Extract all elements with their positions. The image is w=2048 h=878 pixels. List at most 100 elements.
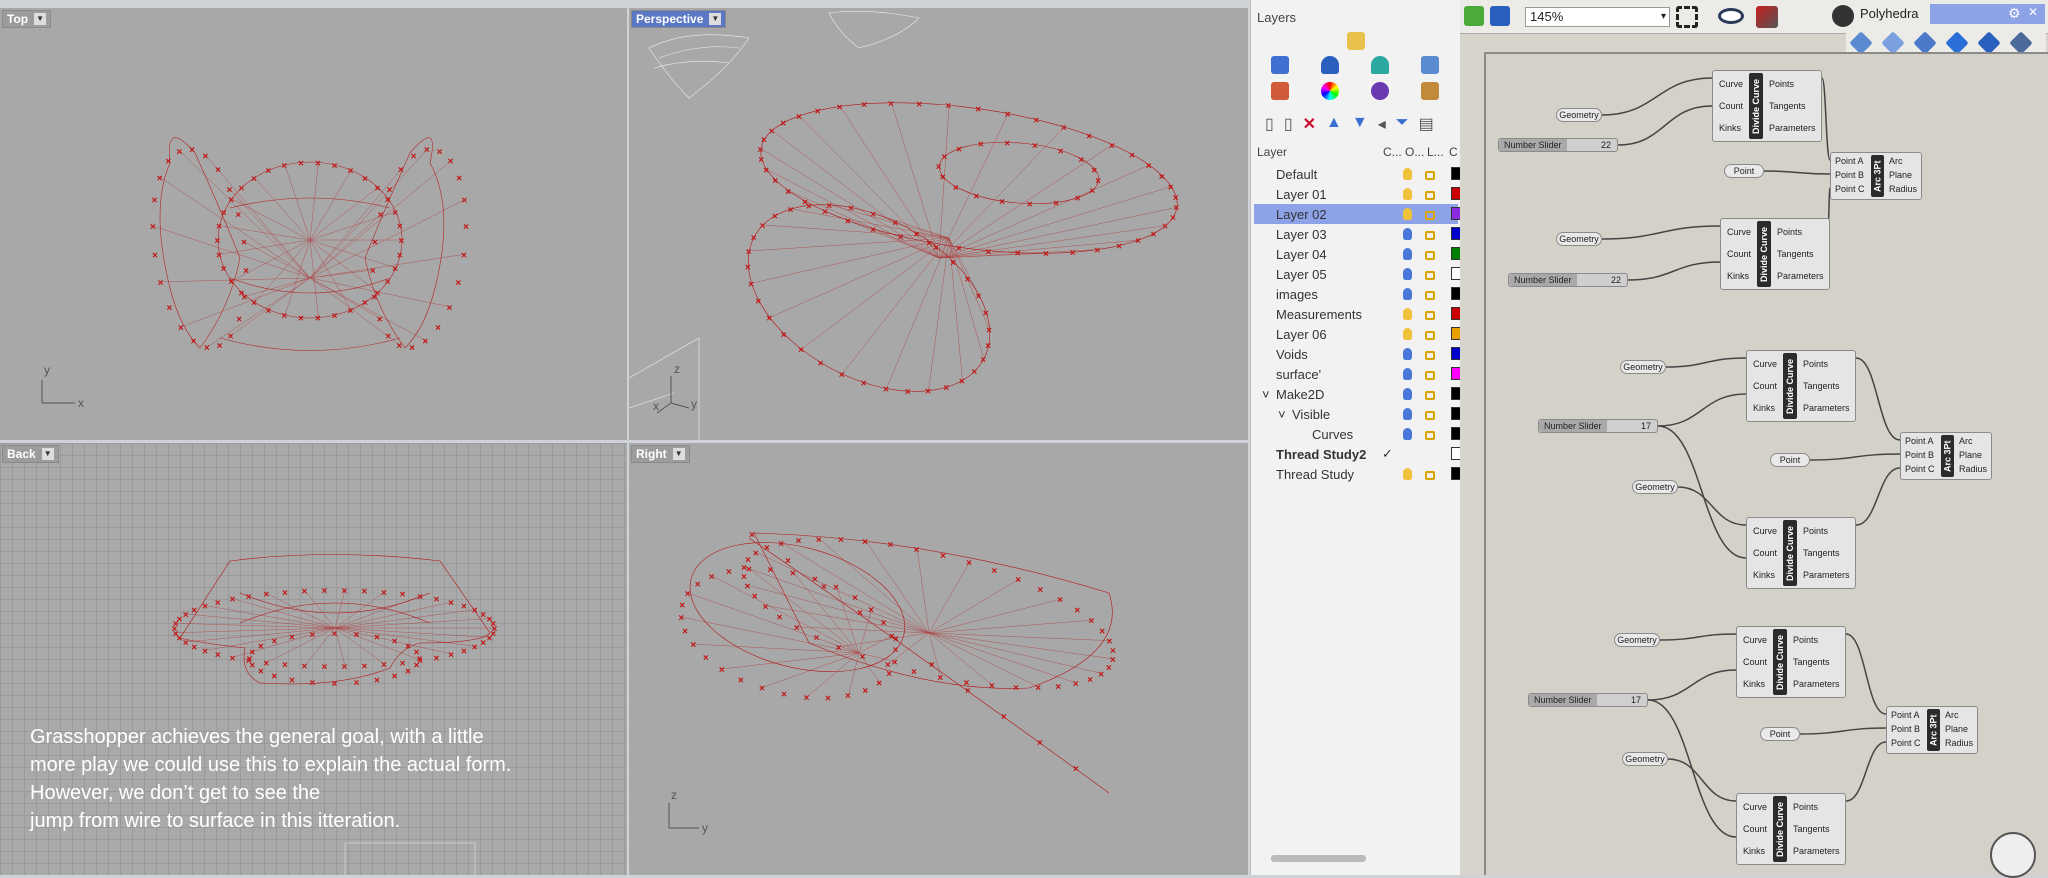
input-param[interactable]: Count — [1727, 249, 1751, 259]
output-param[interactable]: Radius — [1889, 184, 1917, 194]
layer-row[interactable]: Layer 03 — [1254, 224, 1461, 244]
layers-icon[interactable] — [1271, 82, 1289, 100]
input-param[interactable]: Curve — [1743, 635, 1767, 645]
output-param[interactable]: Parameters — [1803, 570, 1850, 580]
chevron-down-icon[interactable]: ˅ — [1262, 387, 1270, 402]
viewport-right-tab[interactable]: Right ▼ — [631, 445, 690, 463]
output-param[interactable]: Tangents — [1769, 101, 1806, 111]
copy-icon[interactable]: ▤ — [1419, 114, 1434, 134]
lightbulb-icon[interactable] — [1403, 268, 1412, 280]
lightbulb-icon[interactable] — [1403, 348, 1412, 360]
lightbulb-icon[interactable] — [1403, 288, 1412, 300]
divide-curve-component[interactable]: Curve Count Kinks Divide Curve Points Tangent… — [1736, 626, 1846, 698]
output-param[interactable]: Tangents — [1803, 548, 1840, 558]
number-slider[interactable]: Number Slider 17 — [1538, 419, 1658, 433]
input-param[interactable]: Point B — [1891, 724, 1920, 734]
geometry-param[interactable]: Geometry — [1556, 108, 1602, 122]
input-param[interactable]: Count — [1719, 101, 1743, 111]
divide-curve-component[interactable]: Curve Count Kinks Divide Curve Points Tangent… — [1720, 218, 1830, 290]
layer-row[interactable]: Measurements — [1254, 304, 1461, 324]
input-param[interactable]: Point B — [1835, 170, 1864, 180]
output-param[interactable]: Points — [1803, 526, 1828, 536]
viewport-top-tab[interactable]: Top ▼ — [2, 10, 52, 28]
layer-row[interactable]: surface' — [1254, 364, 1461, 384]
chevron-down-icon[interactable]: ▼ — [709, 13, 722, 25]
arc-3pt-component[interactable]: Point A Point B Point C Arc 3Pt Arc Plane Radi… — [1886, 706, 1978, 754]
delete-icon[interactable]: ✕ — [1303, 114, 1316, 134]
output-param[interactable]: Parameters — [1769, 123, 1816, 133]
layer-row[interactable]: Thread Study2 ✓ — [1254, 444, 1461, 464]
move-down-icon[interactable]: ▼ — [1352, 114, 1368, 134]
image-icon[interactable] — [1421, 56, 1439, 74]
geometry-param[interactable]: Geometry — [1622, 752, 1668, 766]
lock-icon[interactable] — [1425, 311, 1435, 320]
input-param[interactable]: Kinks — [1743, 846, 1765, 856]
move-left-icon[interactable]: ◂ — [1378, 114, 1386, 134]
lock-icon[interactable] — [1425, 391, 1435, 400]
input-param[interactable]: Point C — [1891, 738, 1921, 748]
viewport-perspective[interactable]: × × × × × × × × × × × × × × × × × × × × × × × × × × × × × × × × × × × × × × × ×… — [629, 8, 1248, 440]
new-layer-icon[interactable]: ▯ — [1265, 114, 1274, 134]
lock-icon[interactable] — [1425, 211, 1435, 220]
output-param[interactable]: Points — [1793, 802, 1818, 812]
input-param[interactable]: Curve — [1719, 79, 1743, 89]
layer-row[interactable]: Default — [1254, 164, 1461, 184]
lightbulb-icon[interactable] — [1403, 208, 1412, 220]
chevron-down-icon[interactable]: ˅ — [1278, 407, 1286, 422]
lightbulb-icon[interactable] — [1403, 388, 1412, 400]
arc-3pt-component[interactable]: Point A Point B Point C Arc 3Pt Arc Plane Radi… — [1830, 152, 1922, 200]
output-param[interactable]: Points — [1777, 227, 1802, 237]
lock-icon[interactable] — [1425, 471, 1435, 480]
output-param[interactable]: Radius — [1945, 738, 1973, 748]
filter-icon[interactable]: ⏷ — [1396, 114, 1409, 134]
input-param[interactable]: Curve — [1727, 227, 1751, 237]
lock-icon[interactable] — [1425, 291, 1435, 300]
chevron-down-icon[interactable]: ▼ — [41, 448, 54, 460]
input-param[interactable]: Point C — [1835, 184, 1865, 194]
pencil-icon[interactable] — [1421, 82, 1439, 100]
lightbulb-icon[interactable] — [1403, 368, 1412, 380]
geometry-param[interactable]: Geometry — [1614, 633, 1660, 647]
output-param[interactable]: Plane — [1945, 724, 1968, 734]
move-up-icon[interactable]: ▲ — [1326, 114, 1342, 134]
layer-tab-icon[interactable] — [1271, 56, 1289, 74]
layer-row[interactable]: ˅ Make2D — [1254, 384, 1461, 404]
output-param[interactable]: Parameters — [1777, 271, 1824, 281]
viewport-back-tab[interactable]: Back ▼ — [2, 445, 59, 463]
chevron-down-icon[interactable]: ▼ — [672, 448, 685, 460]
lightbulb-icon[interactable] — [1403, 308, 1412, 320]
lock-icon[interactable] — [1425, 411, 1435, 420]
output-param[interactable]: Tangents — [1803, 381, 1840, 391]
layer-row[interactable]: Thread Study — [1254, 464, 1461, 484]
layer-row[interactable]: Curves — [1254, 424, 1461, 444]
dome-icon[interactable] — [1371, 56, 1389, 74]
geometry-param[interactable]: Geometry — [1632, 480, 1678, 494]
divide-curve-component[interactable]: Curve Count Kinks Divide Curve Points Tangent… — [1712, 70, 1822, 142]
new-sublayer-icon[interactable]: ▯ — [1284, 114, 1293, 134]
chevron-down-icon[interactable]: ▼ — [34, 13, 47, 25]
color-wheel-icon[interactable] — [1321, 82, 1339, 100]
lock-icon[interactable] — [1425, 191, 1435, 200]
input-param[interactable]: Curve — [1753, 359, 1777, 369]
lock-icon[interactable] — [1425, 371, 1435, 380]
lightbulb-icon[interactable] — [1403, 328, 1412, 340]
geometry-param[interactable]: Geometry — [1556, 232, 1602, 246]
input-param[interactable]: Kinks — [1743, 679, 1765, 689]
output-param[interactable]: Arc — [1889, 156, 1903, 166]
output-param[interactable]: Radius — [1959, 464, 1987, 474]
lock-icon[interactable] — [1425, 231, 1435, 240]
input-param[interactable]: Point C — [1905, 464, 1935, 474]
divide-curve-component[interactable]: Curve Count Kinks Divide Curve Points Tangent… — [1746, 350, 1856, 422]
horizontal-scrollbar[interactable] — [1271, 855, 1366, 862]
lock-icon[interactable] — [1425, 331, 1435, 340]
lightbulb-icon[interactable] — [1403, 168, 1412, 180]
geometry-param[interactable]: Geometry — [1620, 360, 1666, 374]
input-param[interactable]: Count — [1743, 824, 1767, 834]
viewport-top[interactable]: × × × × × × × × × × × × × × × × × × × × × × × × × × × × × × × × × × × × × × × ×… — [0, 8, 627, 440]
output-param[interactable]: Tangents — [1793, 824, 1830, 834]
layer-row[interactable]: ˅ Visible — [1254, 404, 1461, 424]
layer-row[interactable]: Layer 06 — [1254, 324, 1461, 344]
divide-curve-component[interactable]: Curve Count Kinks Divide Curve Points Tangent… — [1736, 793, 1846, 865]
compass-widget[interactable] — [1990, 832, 2036, 878]
lock-icon[interactable] — [1425, 251, 1435, 260]
